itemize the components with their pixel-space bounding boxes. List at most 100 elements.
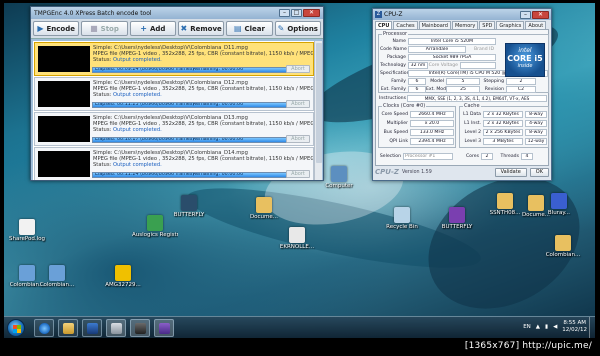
taskbar-tmpgenc[interactable] bbox=[106, 319, 126, 337]
abort-button[interactable]: Abort bbox=[286, 100, 310, 108]
toolbar-button-label: Options bbox=[287, 24, 318, 33]
desktop-icon-image bbox=[19, 219, 35, 235]
taskbar-explorer[interactable] bbox=[58, 319, 78, 337]
tmpgenc-batch-window: TMPGEnc 4.0 XPress Batch encode tool – □… bbox=[30, 6, 324, 181]
tab-memory[interactable]: Memory bbox=[451, 21, 479, 29]
job-list-scrollbar[interactable] bbox=[314, 41, 322, 180]
desktop-icon-image bbox=[394, 207, 410, 223]
group-title: Processor bbox=[382, 31, 409, 37]
desktop-icon[interactable]: EKRNOLLE... bbox=[274, 227, 320, 251]
desktop-icon-label: Auslogics Registry... bbox=[132, 232, 178, 238]
job-item[interactable]: Simple: C:\Users\nydeless\Desktop\V\Colo… bbox=[34, 42, 314, 76]
desktop-icon[interactable]: Colombian... bbox=[34, 265, 80, 289]
desktop-icon[interactable]: BUTTERFLY bbox=[434, 207, 480, 231]
clear-icon: ▤ bbox=[233, 24, 242, 33]
encode-button[interactable]: ▶ Encode bbox=[33, 21, 80, 36]
processor-select[interactable]: Processor #1 bbox=[403, 153, 453, 160]
ext-model-label: Ext. Model bbox=[426, 87, 451, 92]
clock[interactable]: 8:55 AM 12/02/12 bbox=[562, 320, 587, 334]
validate-button[interactable]: Validate bbox=[494, 167, 527, 177]
options-button[interactable]: ✎ Options bbox=[274, 21, 321, 36]
job-progress-bar: Elapsed: 00:11:24 (80966/80966 frames) Re… bbox=[92, 172, 300, 178]
cache-size-value: 2 x 32 KBytes bbox=[483, 120, 523, 127]
tab-caches[interactable]: Caches bbox=[393, 21, 418, 29]
job-item[interactable]: Simple: C:\Users\nydeless\Desktop\V\Colo… bbox=[34, 112, 314, 146]
desktop-icon[interactable]: Colombian... bbox=[540, 235, 586, 259]
frames-text: (80966/80966 frames) bbox=[140, 102, 195, 107]
desktop-icon[interactable]: Recycle Bin bbox=[379, 207, 425, 231]
desktop-icon[interactable]: Docume... bbox=[241, 197, 287, 221]
clear-button[interactable]: ▤ Clear bbox=[226, 21, 273, 36]
minimize-button[interactable]: – bbox=[520, 10, 531, 19]
job-item[interactable]: Simple: C:\Users\nydeless\Desktop\V\Colo… bbox=[34, 77, 314, 111]
minimize-button[interactable]: – bbox=[279, 9, 290, 17]
elapsed-text: Elapsed: 00:11:24 bbox=[95, 172, 139, 177]
desktop-icon[interactable]: Bluray... bbox=[536, 193, 582, 217]
family-value: 6 bbox=[408, 78, 426, 85]
taskbar-internet-explorer[interactable] bbox=[34, 319, 54, 337]
technology-label: Technology bbox=[380, 63, 406, 68]
desktop-icon-image bbox=[555, 235, 571, 251]
remove-icon: ✖ bbox=[180, 24, 188, 33]
remaining-text: Remaining: 00:00:00 bbox=[193, 67, 244, 72]
cache-size-value: 2 x 32 KBytes bbox=[483, 111, 523, 118]
volume-icon[interactable]: ◀ bbox=[553, 324, 557, 330]
desktop-icon-label: Docume... bbox=[249, 214, 279, 220]
network-icon[interactable]: ▮ bbox=[545, 324, 548, 330]
progress-elapsed: Elapsed: 00:09:24 (80966/80966 frames) bbox=[95, 68, 194, 72]
taskbar: EN ▲ ▮ ◀ 8:55 AM 12/02/12 bbox=[4, 316, 595, 338]
abort-button[interactable]: Abort bbox=[286, 170, 310, 178]
windows-logo-icon bbox=[13, 325, 21, 333]
tray-arrow-icon[interactable]: ▲ bbox=[536, 324, 540, 330]
taskbar-media-player[interactable] bbox=[82, 319, 102, 337]
cache-level-label: L1 Inst. bbox=[464, 121, 481, 126]
video-thumbnail bbox=[38, 116, 90, 142]
language-indicator[interactable]: EN bbox=[523, 324, 531, 330]
clock-date: 12/02/12 bbox=[562, 327, 587, 333]
cpuz-logo: CPU-Z bbox=[375, 168, 399, 176]
tab-cpu[interactable]: CPU bbox=[375, 21, 393, 29]
desktop-icon[interactable]: SharePod.log bbox=[4, 219, 50, 243]
cpuz-footer: CPU-Z Version 1.59 Validate OK bbox=[375, 166, 549, 178]
toolbar-button-label: Stop bbox=[100, 24, 119, 33]
show-desktop-button[interactable] bbox=[589, 317, 595, 338]
package-value: Socket 989 rPGA bbox=[408, 54, 496, 61]
abort-button[interactable]: Abort bbox=[286, 65, 310, 73]
taskbar-tmpgenc-batch[interactable] bbox=[130, 319, 150, 337]
desktop-icon-label: BUTTERFLY bbox=[441, 224, 473, 230]
status-label: Status: bbox=[93, 127, 112, 134]
tab-about[interactable]: About bbox=[525, 21, 547, 29]
abort-button[interactable]: Abort bbox=[286, 135, 310, 143]
stop-button[interactable]: ■ Stop bbox=[81, 21, 128, 36]
cache-level-label: L1 Data bbox=[463, 112, 481, 117]
job-item[interactable]: Simple: C:\Users\nydeless\Desktop\V\Colo… bbox=[34, 147, 314, 180]
badge-mid-text: CORE i5 bbox=[507, 54, 543, 63]
video-thumbnail bbox=[38, 46, 90, 72]
taskbar-cpuz[interactable] bbox=[154, 319, 174, 337]
core-speed-value: 2660.4 MHz bbox=[410, 111, 454, 118]
add-button[interactable]: + Add bbox=[129, 21, 176, 36]
tab-mainboard[interactable]: Mainboard bbox=[418, 21, 451, 29]
model-value: 5 bbox=[446, 78, 480, 85]
scrollbar-thumb[interactable] bbox=[316, 43, 322, 163]
close-button[interactable]: ✕ bbox=[532, 10, 549, 19]
maximize-button[interactable]: □ bbox=[291, 9, 302, 17]
watermark-text: [1365x767] http://upic.me/ bbox=[464, 341, 592, 351]
close-button[interactable]: ✕ bbox=[303, 9, 320, 17]
remove-button[interactable]: ✖ Remove bbox=[177, 21, 225, 36]
cache-level-label: Level 3 bbox=[464, 139, 481, 144]
tab-graphics[interactable]: Graphics bbox=[496, 21, 525, 29]
processor-group: Processor Name Intel Core i5 520M Code Na… bbox=[378, 31, 549, 93]
cpuz-titlebar[interactable]: Z CPU-Z – ✕ bbox=[373, 9, 551, 20]
desktop-icon-image bbox=[449, 207, 465, 223]
tmpgenc-titlebar[interactable]: TMPGEnc 4.0 XPress Batch encode tool – □… bbox=[31, 7, 323, 19]
version-text: Version 1.59 bbox=[401, 169, 432, 175]
desktop-icon[interactable]: AMG32729... bbox=[100, 265, 146, 289]
tab-spd[interactable]: SPD bbox=[479, 21, 496, 29]
stop-icon: ■ bbox=[90, 24, 98, 33]
core-speed-label: Core Speed bbox=[381, 112, 409, 117]
code-name-label: Code Name bbox=[380, 47, 407, 52]
start-button[interactable] bbox=[7, 319, 25, 337]
desktop-icon[interactable]: Auslogics Registry... bbox=[132, 215, 178, 239]
ok-button[interactable]: OK bbox=[529, 167, 549, 177]
